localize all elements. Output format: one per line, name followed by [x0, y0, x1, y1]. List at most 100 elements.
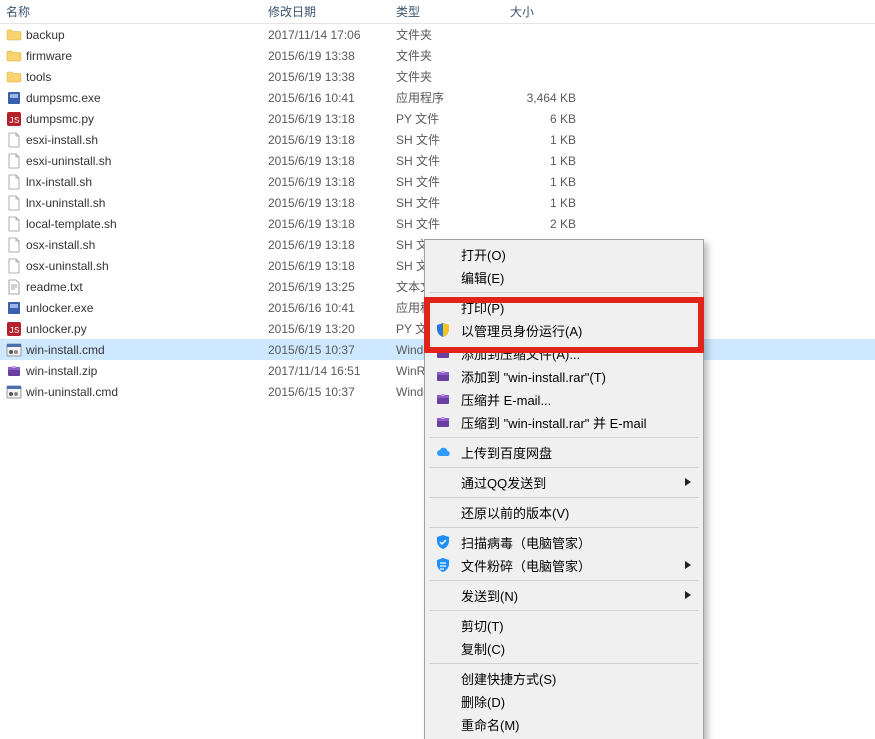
- file-type: SH 文件: [390, 194, 504, 211]
- menu-runas-admin[interactable]: 以管理员身份运行(A): [427, 319, 701, 342]
- menu-open[interactable]: 打开(O): [427, 243, 701, 266]
- winrar-icon: [435, 368, 451, 384]
- folder-icon: [6, 69, 22, 85]
- menu-scan-virus[interactable]: 扫描病毒（电脑管家）: [427, 531, 701, 554]
- menu-separator: [429, 610, 699, 611]
- file-name: lnx-install.sh: [26, 175, 92, 189]
- file-name: readme.txt: [26, 280, 83, 294]
- file-row[interactable]: JSdumpsmc.py2015/6/19 13:18PY 文件6 KB: [0, 108, 875, 129]
- guard-shield-icon: [435, 534, 451, 550]
- file-type: SH 文件: [390, 173, 504, 190]
- svg-text:JS: JS: [9, 326, 20, 336]
- file-date: 2015/6/19 13:20: [262, 322, 390, 336]
- file-name: esxi-install.sh: [26, 133, 98, 147]
- winrar-icon: [435, 414, 451, 430]
- menu-compress-rar-email[interactable]: 压缩到 "win-install.rar" 并 E-mail: [427, 411, 701, 434]
- menu-file-shred[interactable]: 文件粉碎（电脑管家）: [427, 554, 701, 577]
- file-size: 1 KB: [504, 175, 584, 189]
- file-row[interactable]: esxi-install.sh2015/6/19 13:18SH 文件1 KB: [0, 129, 875, 150]
- winrar-icon: [435, 345, 451, 361]
- file-name: dumpsmc.py: [26, 112, 94, 126]
- file-name: win-uninstall.cmd: [26, 385, 118, 399]
- file-date: 2015/6/19 13:18: [262, 112, 390, 126]
- context-menu: 打开(O) 编辑(E) 打印(P) 以管理员身份运行(A) 添加到压缩文件(A)…: [424, 239, 704, 739]
- menu-add-archive[interactable]: 添加到压缩文件(A)...: [427, 342, 701, 365]
- menu-qq-send[interactable]: 通过QQ发送到: [427, 471, 701, 494]
- file-size: 3,464 KB: [504, 91, 584, 105]
- file-row[interactable]: lnx-uninstall.sh2015/6/19 13:18SH 文件1 KB: [0, 192, 875, 213]
- file-row[interactable]: dumpsmc.exe 2015/6/16 10:41应用程序3,464 KB: [0, 87, 875, 108]
- file-name: osx-uninstall.sh: [26, 259, 109, 273]
- menu-restore-previous[interactable]: 还原以前的版本(V): [427, 501, 701, 524]
- file-icon: [6, 174, 22, 190]
- file-icon: [6, 237, 22, 253]
- menu-separator: [429, 527, 699, 528]
- file-name: lnx-uninstall.sh: [26, 196, 105, 210]
- file-row[interactable]: tools2015/6/19 13:38文件夹: [0, 66, 875, 87]
- file-type: SH 文件: [390, 152, 504, 169]
- submenu-arrow-icon: [685, 561, 691, 569]
- svg-text:JS: JS: [9, 116, 20, 126]
- column-header-name[interactable]: 名称: [0, 0, 262, 24]
- file-date: 2015/6/19 13:25: [262, 280, 390, 294]
- file-type: SH 文件: [390, 215, 504, 232]
- file-name: dumpsmc.exe: [26, 91, 101, 105]
- menu-delete[interactable]: 删除(D): [427, 690, 701, 713]
- file-name: esxi-uninstall.sh: [26, 154, 111, 168]
- menu-separator: [429, 580, 699, 581]
- menu-edit[interactable]: 编辑(E): [427, 266, 701, 289]
- file-size: 2 KB: [504, 217, 584, 231]
- file-name: local-template.sh: [26, 217, 117, 231]
- column-header-date[interactable]: 修改日期: [262, 0, 390, 24]
- file-name: backup: [26, 28, 65, 42]
- file-date: 2015/6/19 13:18: [262, 154, 390, 168]
- file-name: unlocker.exe: [26, 301, 93, 315]
- menu-separator: [429, 663, 699, 664]
- file-icon: [6, 216, 22, 232]
- file-name: unlocker.py: [26, 322, 87, 336]
- file-icon: [6, 258, 22, 274]
- menu-compress-email[interactable]: 压缩并 E-mail...: [427, 388, 701, 411]
- file-row[interactable]: lnx-install.sh2015/6/19 13:18SH 文件1 KB: [0, 171, 875, 192]
- file-icon: [6, 195, 22, 211]
- file-type: SH 文件: [390, 131, 504, 148]
- file-row[interactable]: firmware2015/6/19 13:38文件夹: [0, 45, 875, 66]
- file-row[interactable]: esxi-uninstall.sh2015/6/19 13:18SH 文件1 K…: [0, 150, 875, 171]
- file-date: 2015/6/16 10:41: [262, 301, 390, 315]
- file-date: 2015/6/19 13:18: [262, 238, 390, 252]
- column-header-row: 名称 修改日期 类型 大小: [0, 0, 875, 24]
- folder-icon: [6, 48, 22, 64]
- file-date: 2015/6/16 10:41: [262, 91, 390, 105]
- cmd-icon: [6, 384, 22, 400]
- menu-copy[interactable]: 复制(C): [427, 637, 701, 660]
- file-type: PY 文件: [390, 110, 504, 127]
- py-icon: JS: [6, 111, 22, 127]
- column-header-type[interactable]: 类型: [390, 0, 504, 24]
- file-date: 2015/6/15 10:37: [262, 343, 390, 357]
- zip-icon: [6, 363, 22, 379]
- file-size: 1 KB: [504, 133, 584, 147]
- file-date: 2015/6/19 13:18: [262, 196, 390, 210]
- file-name: osx-install.sh: [26, 238, 95, 252]
- cloud-icon: [435, 444, 451, 460]
- menu-upload-baidu[interactable]: 上传到百度网盘: [427, 441, 701, 464]
- menu-send-to[interactable]: 发送到(N): [427, 584, 701, 607]
- file-row[interactable]: local-template.sh 2015/6/19 13:18SH 文件2 K…: [0, 213, 875, 234]
- exe-icon: [6, 90, 22, 106]
- cmd-icon: [6, 342, 22, 358]
- menu-rename[interactable]: 重命名(M): [427, 713, 701, 736]
- menu-create-shortcut[interactable]: 创建快捷方式(S): [427, 667, 701, 690]
- submenu-arrow-icon: [685, 478, 691, 486]
- menu-add-to-rar[interactable]: 添加到 "win-install.rar"(T): [427, 365, 701, 388]
- column-header-size[interactable]: 大小: [504, 0, 584, 24]
- menu-print[interactable]: 打印(P): [427, 296, 701, 319]
- file-type: 应用程序: [390, 89, 504, 106]
- shield-icon: [435, 322, 451, 338]
- menu-cut[interactable]: 剪切(T): [427, 614, 701, 637]
- file-type: 文件夹: [390, 26, 504, 43]
- file-date: 2015/6/19 13:18: [262, 217, 390, 231]
- file-type: 文件夹: [390, 47, 504, 64]
- file-date: 2017/11/14 17:06: [262, 28, 390, 42]
- file-row[interactable]: backup 2017/11/14 17:06文件夹: [0, 24, 875, 45]
- winrar-icon: [435, 391, 451, 407]
